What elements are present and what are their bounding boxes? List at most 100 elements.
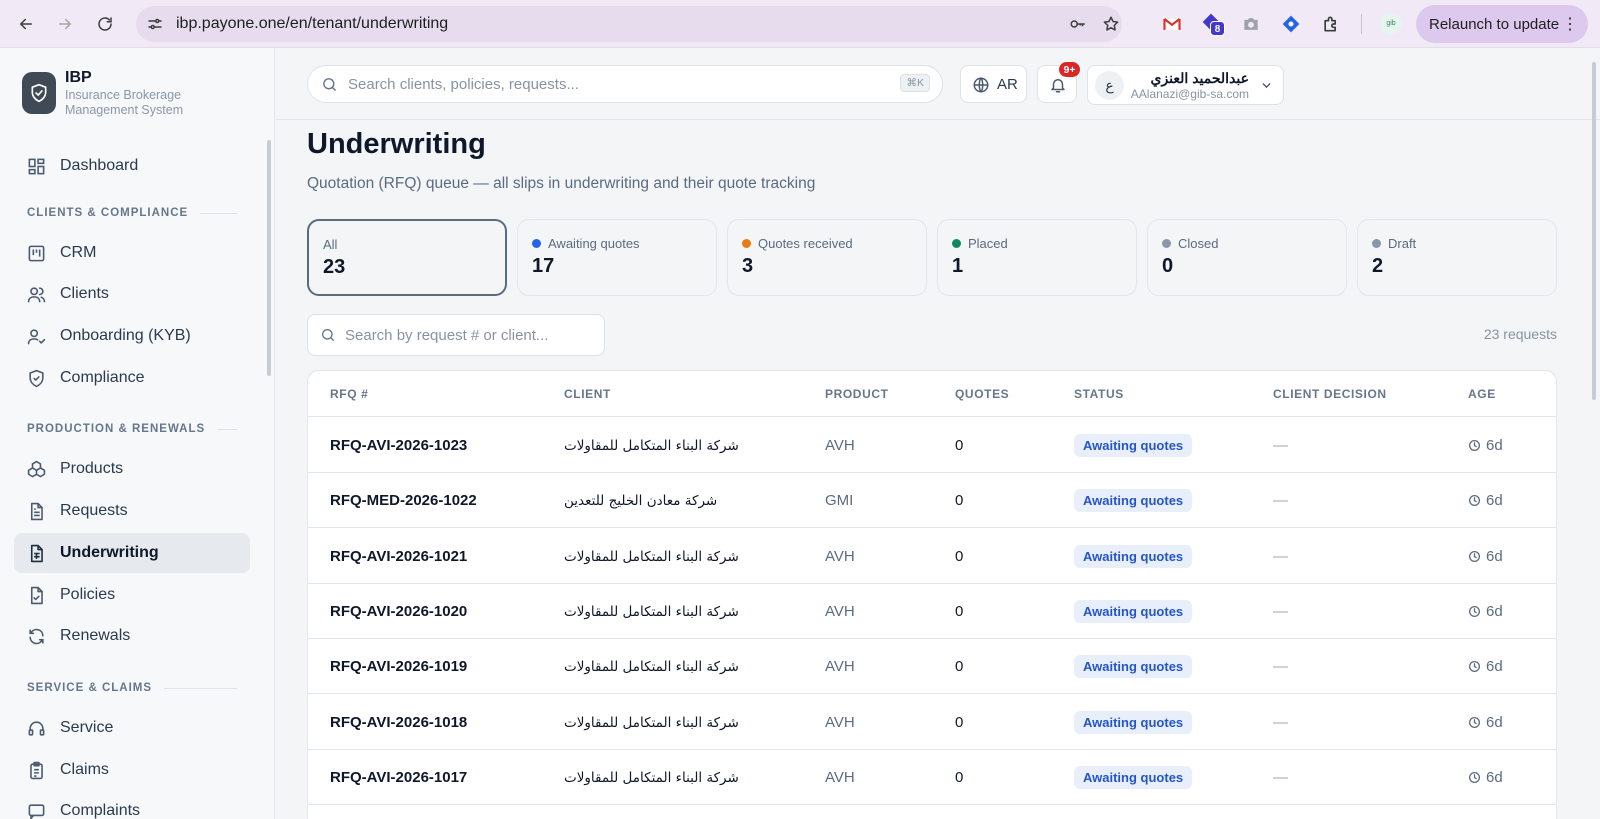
tag-extension-icon[interactable]: [1281, 14, 1301, 34]
status-dot: [1162, 239, 1171, 248]
camera-extension-icon[interactable]: [1241, 14, 1261, 34]
request-search-input[interactable]: Search by request # or client...: [307, 314, 605, 356]
sidebar-item-products[interactable]: Products: [14, 449, 250, 489]
status-badge: Awaiting quotes: [1074, 434, 1193, 457]
client-decision: —: [1273, 768, 1288, 786]
sidebar-item-label: Clients: [60, 285, 109, 302]
sidebar-item-complaints[interactable]: Complaints: [14, 791, 250, 819]
table-row[interactable]: RFQ-AVI-2026-1019 شركة البناء المتكامل لل…: [308, 639, 1556, 695]
bell-icon: [1051, 79, 1065, 93]
section-title-service-claims: SERVICE & CLAIMS: [27, 682, 237, 694]
client-name: شركة البناء المتكامل للمقاولات: [564, 659, 739, 676]
sidebar-item-renewals[interactable]: Renewals: [14, 616, 250, 656]
search-icon: [323, 78, 336, 91]
search-placeholder: Search clients, policies, requests...: [348, 76, 579, 93]
client-name: شركة البناء المتكامل للمقاولات: [564, 603, 739, 620]
column-header-rfq[interactable]: RFQ #: [330, 387, 368, 401]
sidebar-item-policies[interactable]: Policies: [14, 575, 250, 615]
boxes-icon: [27, 460, 46, 478]
client-name: شركة البناء المتكامل للمقاولات: [564, 438, 739, 454]
column-header-product[interactable]: PRODUCT: [825, 387, 889, 401]
age-value: 6d: [1486, 713, 1503, 731]
quote-count: 0: [955, 547, 964, 565]
rfq-number[interactable]: RFQ-AVI-2026-1021: [330, 548, 467, 565]
table-row[interactable]: RFQ-AVI-2026-1017 شركة البناء المتكامل لل…: [308, 750, 1556, 805]
relaunch-button[interactable]: Relaunch to update ⋮: [1416, 5, 1588, 43]
filter-count: 3: [742, 255, 754, 277]
sidebar-item-requests[interactable]: Requests: [14, 491, 250, 531]
sidebar-scrollbar[interactable]: [267, 140, 271, 376]
sidebar-item-claims[interactable]: Claims: [14, 750, 250, 790]
forward-button[interactable]: [52, 11, 78, 37]
sidebar-item-compliance[interactable]: Compliance: [14, 358, 250, 398]
column-header-client[interactable]: CLIENT: [564, 387, 611, 401]
sidebar-item-dashboard[interactable]: Dashboard: [14, 146, 250, 186]
more-menu-icon[interactable]: ⋮: [1562, 14, 1578, 34]
sidebar-item-underwriting[interactable]: Underwriting: [14, 533, 250, 573]
filter-label-row: Placed: [952, 236, 1008, 251]
sidebar-item-label: Compliance: [60, 369, 145, 386]
sidebar-item-label: Onboarding (KYB): [60, 327, 191, 344]
user-check-icon: [27, 329, 46, 345]
table-row[interactable]: RFQ-AVI-2026-1021 شركة البناء المتكامل لل…: [308, 529, 1556, 584]
site-settings-icon[interactable]: [146, 15, 164, 33]
puzzle-extensions-icon[interactable]: [1321, 14, 1341, 34]
language-label: AR: [997, 76, 1018, 93]
filter-label: Draft: [1388, 236, 1417, 251]
back-button[interactable]: [13, 11, 39, 37]
sidebar-item-label: Renewals: [60, 627, 131, 644]
column-header-quotes[interactable]: QUOTES: [955, 387, 1009, 401]
rfq-number[interactable]: RFQ-AVI-2026-1023: [330, 437, 467, 454]
table-row[interactable]: RFQ-AVI-2026-1018 شركة البناء المتكامل لل…: [308, 695, 1556, 750]
request-count: 23 requests: [1483, 326, 1557, 342]
table-row[interactable]: RFQ-MED-2026-1022 شركة معادن الخليج للتعد…: [308, 473, 1556, 529]
age: 6d: [1468, 437, 1503, 454]
column-header-age[interactable]: AGE: [1468, 387, 1496, 401]
column-header-status[interactable]: STATUS: [1074, 387, 1124, 401]
rfq-number[interactable]: RFQ-AVI-2026-1018: [330, 714, 467, 731]
headset-icon: [28, 721, 45, 736]
section-title-clients-compliance: CLIENTS & COMPLIANCE: [27, 207, 237, 219]
bookmark-star-icon[interactable]: [1102, 15, 1120, 33]
rfq-number[interactable]: RFQ-AVI-2026-1017: [330, 769, 467, 786]
quote-count: 0: [955, 658, 964, 676]
user-menu-button[interactable]: ع عبدالحميد العنزي AAlanazi@gib-sa.com: [1087, 65, 1284, 105]
global-search-input[interactable]: Search clients, policies, requests... ⌘K: [307, 65, 943, 103]
language-toggle-button[interactable]: AR: [960, 65, 1027, 103]
sidebar-item-onboarding[interactable]: Onboarding (KYB): [14, 316, 250, 356]
gmail-extension-icon[interactable]: [1162, 14, 1182, 34]
table-row[interactable]: RFQ-AVI-2026-1023 شركة البناء المتكامل لل…: [308, 418, 1556, 473]
filter-label: Closed: [1178, 236, 1219, 251]
status-badge: Awaiting quotes: [1074, 655, 1193, 679]
rfq-number[interactable]: RFQ-AVI-2026-1020: [330, 603, 467, 620]
filter-card-all[interactable]: All 23: [307, 219, 507, 296]
filter-count: 0: [1162, 255, 1174, 277]
status-badge: Awaiting quotes: [1074, 710, 1193, 734]
rfq-number[interactable]: RFQ-MED-2026-1022: [330, 492, 477, 509]
sidebar-item-clients[interactable]: Clients: [14, 274, 250, 314]
profile-avatar-icon[interactable]: gib: [1380, 13, 1402, 35]
sidebar-item-crm[interactable]: CRM: [14, 233, 250, 273]
main-scrollbar[interactable]: [1592, 62, 1596, 400]
filter-card-closed[interactable]: Closed 0: [1147, 219, 1347, 296]
rfq-number[interactable]: RFQ-AVI-2026-1019: [330, 658, 467, 675]
filter-count: 1: [952, 255, 964, 277]
address-bar[interactable]: ibp.payone.one/en/tenant/underwriting: [136, 6, 1122, 42]
sidebar-item-service[interactable]: Service: [14, 708, 250, 748]
product-code: AVH: [825, 437, 855, 454]
filter-label-row: Closed: [1162, 236, 1218, 251]
filter-card-quotes-received[interactable]: Quotes received 3: [727, 219, 927, 296]
reload-button[interactable]: [92, 11, 118, 37]
reload-icon: [98, 17, 112, 31]
filter-card-placed[interactable]: Placed 1: [937, 219, 1137, 296]
column-header-client-decision[interactable]: CLIENT DECISION: [1273, 387, 1387, 401]
table-row[interactable]: RFQ-AVI-2026-1020 شركة البناء المتكامل لل…: [308, 584, 1556, 639]
extension-diamond[interactable]: 8: [1201, 12, 1225, 36]
back-arrow-icon: [19, 18, 32, 30]
quote-count: 0: [955, 602, 964, 620]
filter-card-draft[interactable]: Draft 2: [1357, 219, 1557, 296]
filter-card-awaiting-quotes[interactable]: Awaiting quotes 17: [517, 219, 717, 296]
section-title-production-renewals: PRODUCTION & RENEWALS: [27, 423, 237, 435]
password-key-icon[interactable]: [1069, 15, 1087, 33]
table-header: RFQ # CLIENT PRODUCT QUOTES STATUS CLIEN…: [308, 371, 1556, 417]
